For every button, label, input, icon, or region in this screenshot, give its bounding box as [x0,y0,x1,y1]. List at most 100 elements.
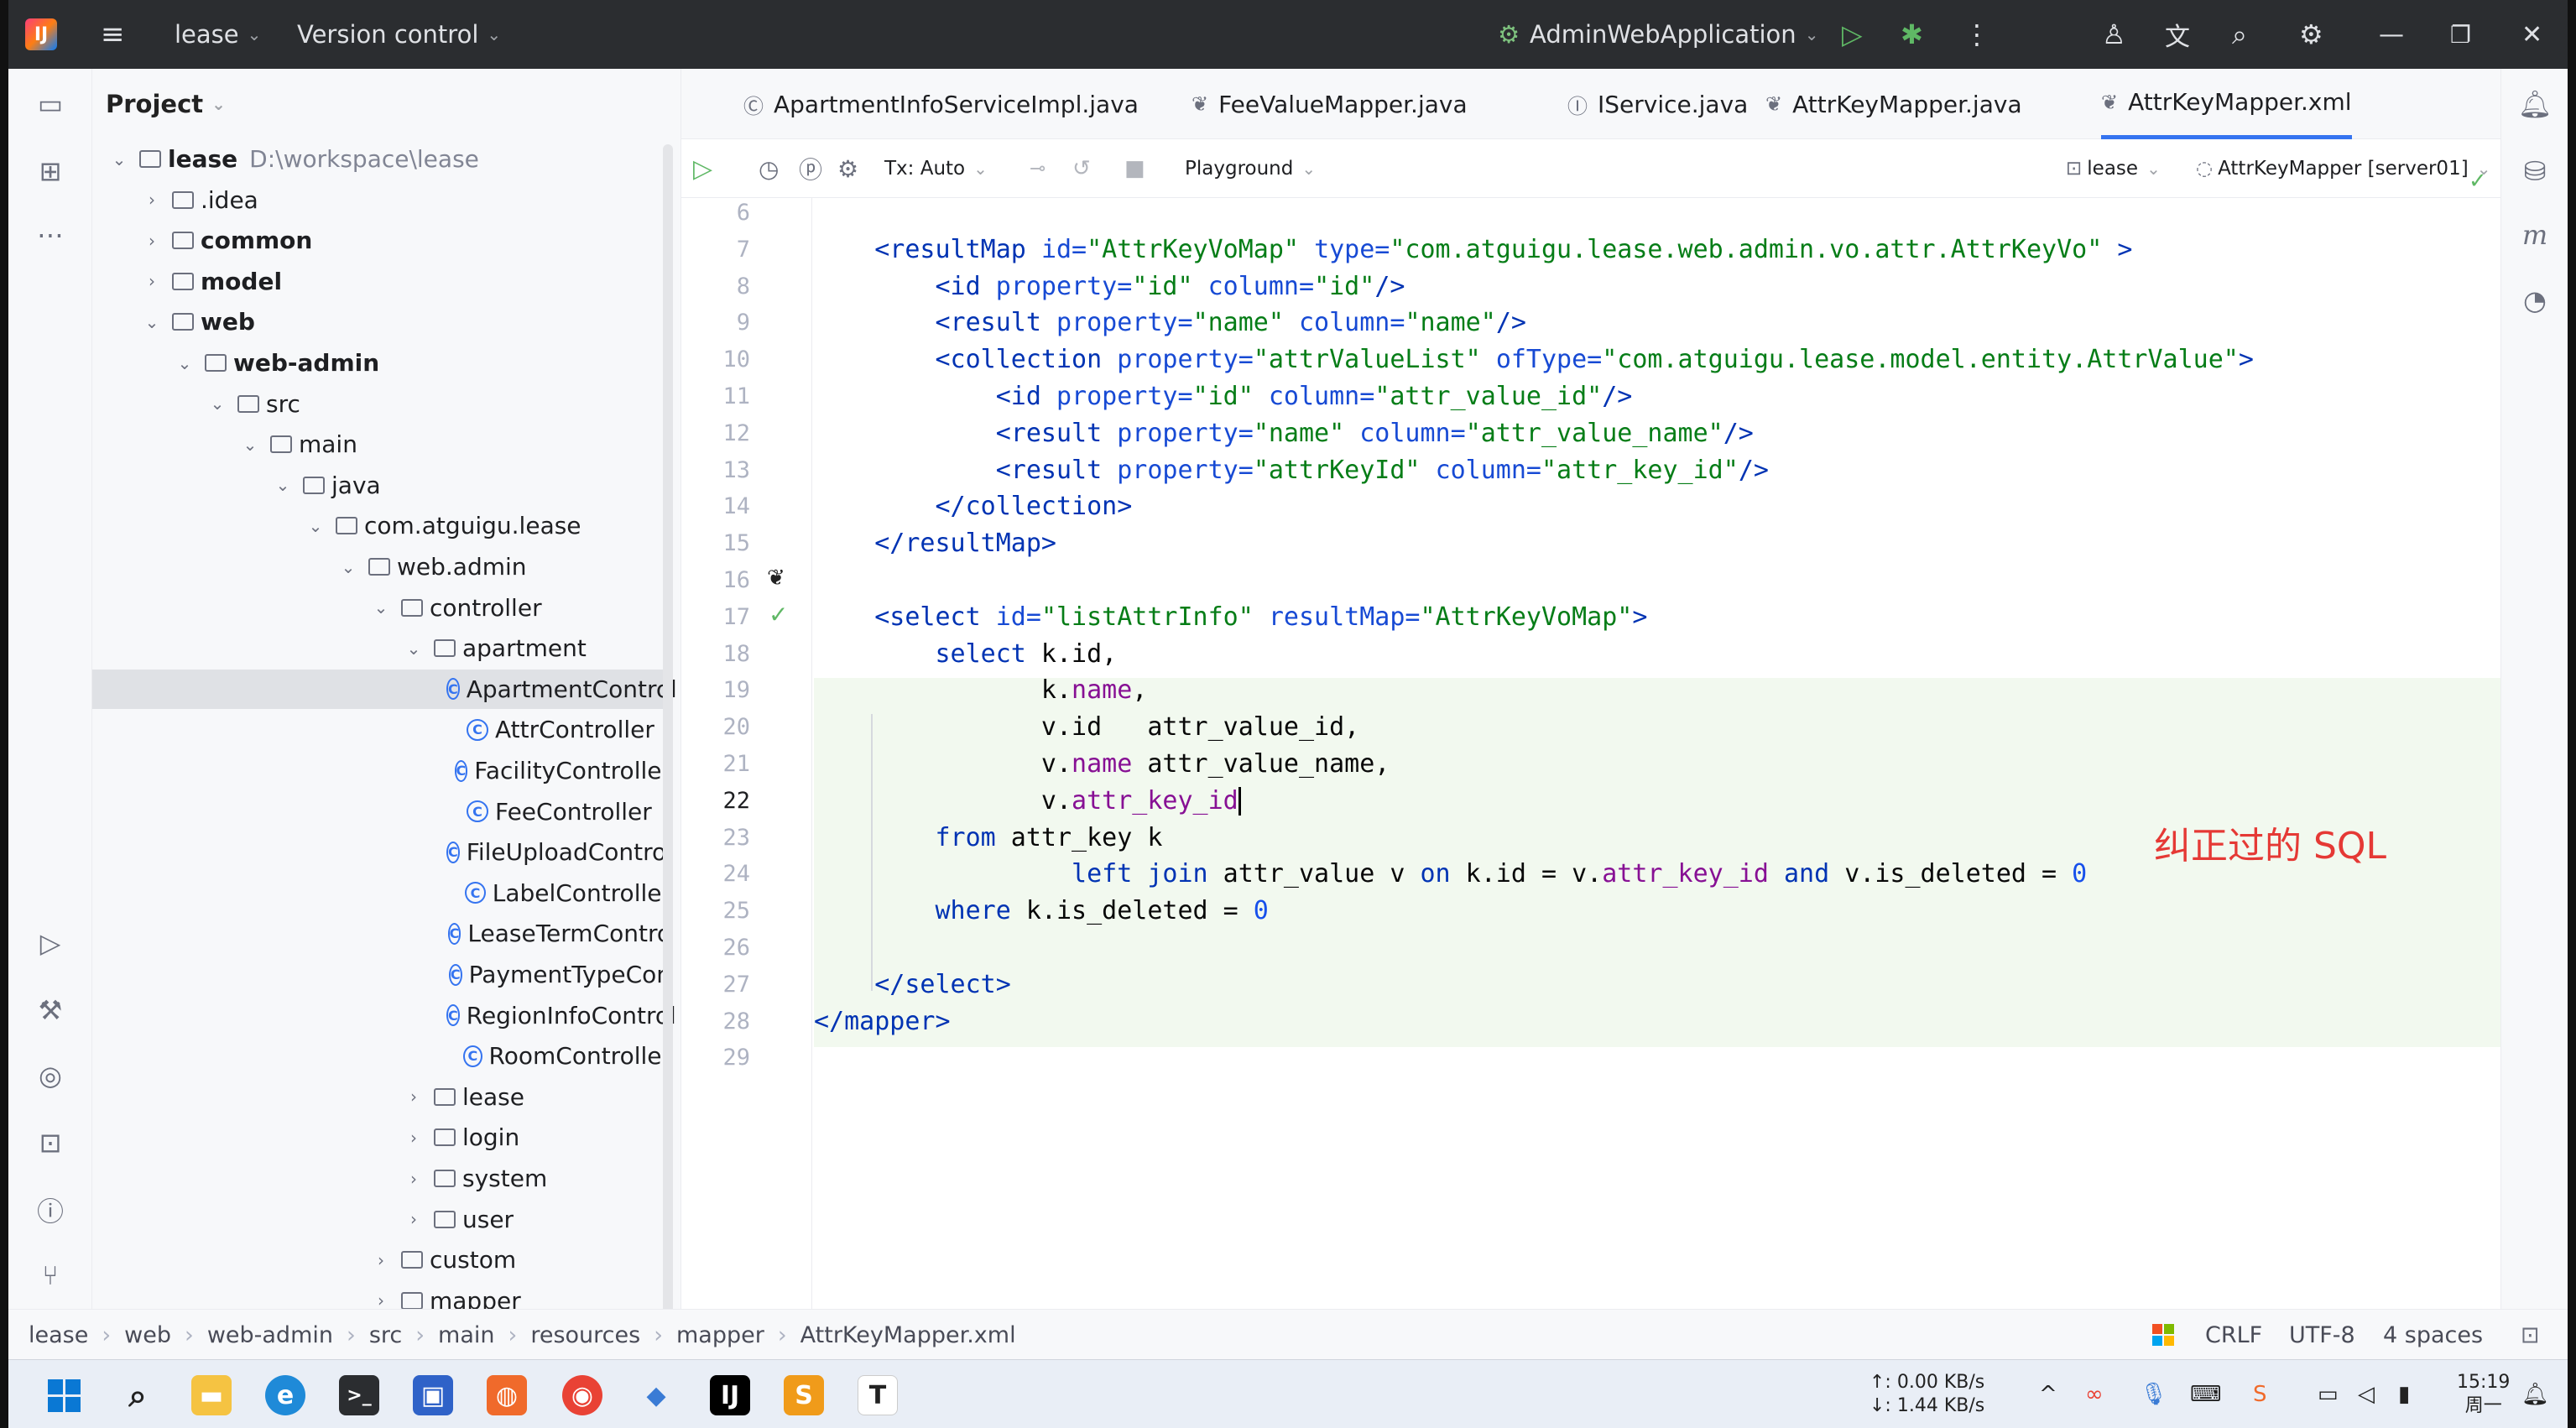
tree-expand-icon[interactable]: › [142,190,162,210]
services-tool-icon[interactable]: ◎ [34,1059,67,1092]
tree-expand-icon[interactable]: ⌄ [404,638,424,659]
tree-item-folder[interactable]: ⌄ web [92,302,671,341]
code-line[interactable]: v.name attr_value_name, [814,746,1390,783]
tree-item-folder[interactable]: ⌄ web-admin [92,343,671,383]
code-line[interactable]: where k.is_deleted = 0 [814,893,1269,930]
history-icon[interactable]: ◷ [759,139,779,198]
tree-item-folder[interactable]: ⌄ java [92,466,671,505]
tree-expand-icon[interactable]: › [404,1087,424,1107]
terminal-taskbar-icon[interactable]: >_ [339,1375,379,1415]
file-explorer-icon[interactable]: ▬ [191,1375,232,1415]
tree-expand-icon[interactable]: › [371,1250,391,1270]
structure-tool-icon[interactable]: ⊞ [34,154,67,188]
microphone-icon[interactable]: 🎙︎ [2140,1360,2167,1428]
settings-icon[interactable]: ⚙ [2299,0,2323,69]
more-actions-icon[interactable]: ⋮ [1963,0,1990,69]
tree-item-folder[interactable]: › .idea [92,180,671,220]
execute-icon[interactable]: ▷ [693,139,712,198]
minimize-icon[interactable]: — [2379,0,2404,69]
editor-tab[interactable]: ❦ AttrKeyMapper.xml [2101,69,2352,139]
session-selector[interactable]: ◌ AttrKeyMapper [server01] ⌄ [2196,139,2490,198]
tree-item-class[interactable]: C AttrController [92,710,671,749]
code-editor[interactable]: <resultMap id="AttrKeyVoMap" type="com.a… [814,198,2500,1327]
tree-expand-icon[interactable]: ⌄ [175,353,195,373]
tray-app-icon[interactable]: ∞ [2085,1360,2104,1428]
commit-icon[interactable]: ⊸ [1030,139,1046,198]
status-path-item[interactable]: lease [29,1322,88,1348]
project-panel-header[interactable]: Project ⌄ [92,69,681,139]
maven-icon[interactable]: m [2518,218,2552,252]
tree-item-class[interactable]: C FileUploadControl [92,832,673,872]
tree-item-class[interactable]: C LabelController [92,873,671,913]
line-separator[interactable]: CRLF [2205,1310,2262,1360]
project-tool-icon[interactable]: ▭ [34,87,67,121]
code-line[interactable]: </mapper> [814,1003,951,1040]
tx-mode-selector[interactable]: Tx: Auto ⌄ [884,139,988,198]
editor-tab[interactable]: ❦ AttrKeyMapper.java [1765,69,2022,139]
tree-expand-icon[interactable]: › [142,271,162,291]
tree-expand-icon[interactable]: › [404,1169,424,1189]
debug-icon[interactable]: ✱ [1901,0,1923,69]
status-path-item[interactable]: mapper [676,1322,764,1348]
code-line[interactable]: <resultMap id="AttrKeyVoMap" type="com.a… [814,232,2132,268]
tree-item-folder[interactable]: › system [92,1159,671,1198]
tree-item-folder[interactable]: ⌄ main [92,425,671,464]
tree-item-folder[interactable]: ⌄ web.admin [92,547,671,586]
tree-item-class[interactable]: C RegionInfoControl [92,996,676,1035]
terminal-tool-icon[interactable]: ⊡ [34,1126,67,1160]
playground-selector[interactable]: Playground ⌄ [1185,139,1316,198]
tray-expand-icon[interactable]: ^ [2039,1360,2057,1428]
start-icon[interactable] [44,1375,84,1415]
editor-tab[interactable]: Ⓘ IService.java [1567,69,1748,139]
code-line[interactable]: <collection property="attrValueList" ofT… [814,341,2254,378]
app-diamond-icon[interactable]: ◆ [636,1375,676,1415]
more-tools-icon[interactable]: ⋯ [34,218,67,252]
volume-icon[interactable]: ◁ [2358,1360,2375,1428]
build-tool-icon[interactable]: ⚒ [34,993,67,1027]
restore-icon[interactable]: ❐ [2450,0,2471,69]
tree-item-folder[interactable]: ⌄ com.atguigu.lease [92,506,671,545]
settings-small-icon[interactable]: ⚙ [837,139,858,198]
run-tool-icon[interactable]: ▷ [34,926,67,960]
lock-icon[interactable]: ⊡ [2521,1310,2540,1360]
code-line[interactable]: </select> [814,967,1011,1003]
code-line[interactable]: k.name, [814,672,1147,709]
notifications-icon[interactable]: 🔔︎ [2518,87,2553,121]
problems-tool-icon[interactable]: ⓘ [34,1193,67,1227]
tree-expand-icon[interactable]: ⌄ [338,557,358,577]
tree-item-folder[interactable]: ⌄ controller [92,588,671,628]
code-line[interactable]: <result property="name" column="attr_val… [814,415,1754,452]
vcs-menu[interactable]: Version control ⌄ [297,0,501,69]
tree-item-folder[interactable]: ⌄ src [92,384,671,424]
user-icon[interactable]: ♙ [2102,0,2126,69]
tree-item-folder[interactable]: ⌄ lease D:\workspace\lease [92,139,671,179]
status-path-item[interactable]: web [124,1322,171,1348]
inspection-ok-icon[interactable]: ✓ [2469,164,2487,198]
project-switcher[interactable]: lease ⌄ [175,0,261,69]
code-line[interactable]: <select id="listAttrInfo" resultMap="Att… [814,599,1647,636]
mapper-navigate-icon[interactable]: ❦ [767,565,785,591]
code-line[interactable]: left join attr_value v on k.id = v.attr_… [814,856,2087,893]
search-icon[interactable]: ⌕ [2232,0,2247,69]
indent-setting[interactable]: 4 spaces [2383,1310,2483,1360]
datasource-selector[interactable]: ⊡ lease ⌄ [2066,139,2161,198]
tree-expand-icon[interactable]: › [371,1290,391,1311]
tree-expand-icon[interactable]: › [404,1209,424,1229]
run-config-selector[interactable]: ⚙ AdminWebApplication ⌄ [1498,0,1818,69]
input-method-icon[interactable]: ⌨ [2190,1360,2222,1428]
battery-icon[interactable]: ▮ [2398,1360,2410,1428]
tree-expand-icon[interactable]: › [142,231,162,251]
edge-icon[interactable]: e [265,1375,305,1415]
project-vertical-scrollbar[interactable] [663,144,673,1352]
chrome-icon[interactable]: ◉ [562,1375,602,1415]
code-line[interactable]: v.attr_key_id [814,783,1241,820]
editor-tab[interactable]: ❦ FeeValueMapper.java [1192,69,1468,139]
code-line[interactable]: <id property="id" column="attr_value_id"… [814,378,1633,415]
code-line[interactable]: select k.id, [814,636,1118,673]
database-icon[interactable]: ⛁ [2518,154,2552,188]
tree-expand-icon[interactable]: ⌄ [273,475,293,495]
tree-item-folder[interactable]: ⌄ apartment [92,628,671,668]
tree-item-folder[interactable]: › user [92,1200,671,1239]
tree-expand-icon[interactable]: ⌄ [109,149,129,169]
code-line[interactable]: </collection> [814,488,1133,525]
